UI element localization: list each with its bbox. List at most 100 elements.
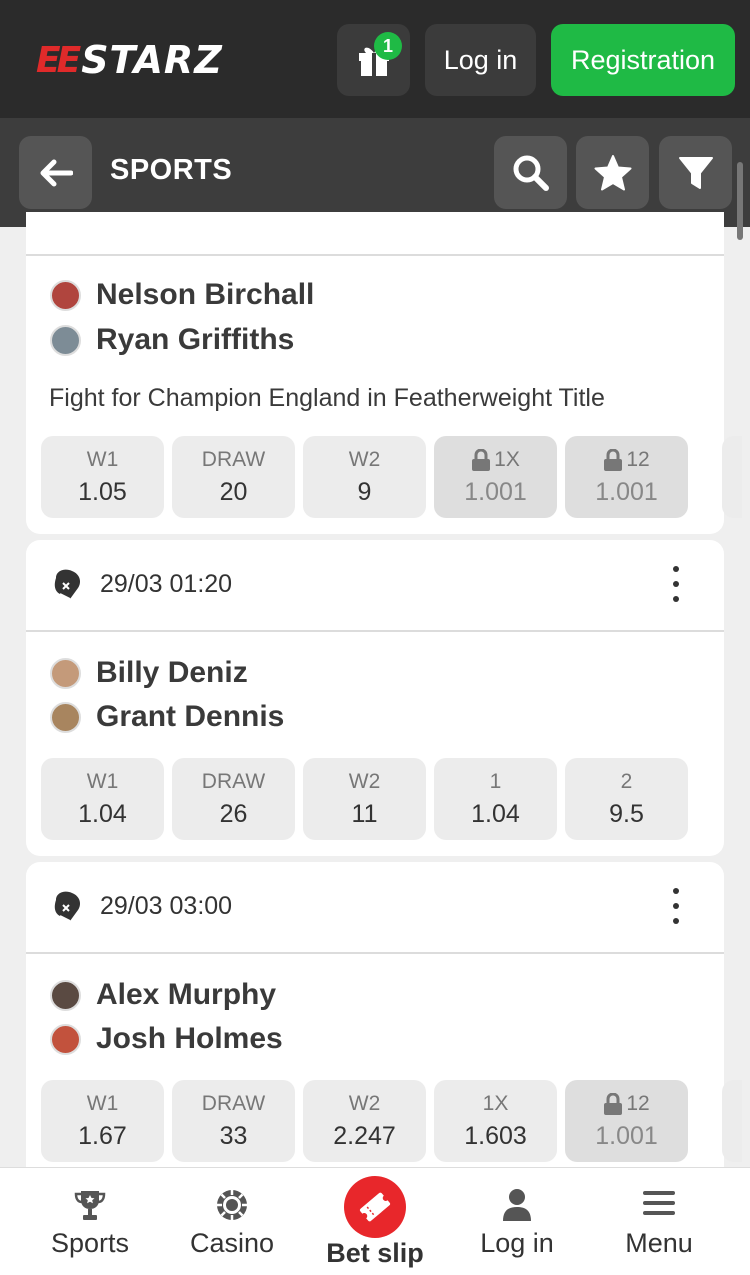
- nav-label-betslip[interactable]: Bet slip: [300, 1238, 450, 1269]
- odd-label: 12: [626, 1092, 650, 1115]
- divider: [26, 254, 724, 256]
- odd-label: W1: [86, 1092, 119, 1115]
- team-1[interactable]: Nelson Birchall: [50, 278, 314, 312]
- registration-button[interactable]: Registration: [551, 24, 735, 96]
- odd-label: W2: [348, 1092, 381, 1115]
- team-1[interactable]: Billy Deniz: [50, 656, 248, 690]
- match-card: Nelson Birchall Ryan Griffiths Fight for…: [26, 212, 742, 534]
- match-datetime: 29/03 01:20: [100, 570, 233, 598]
- back-button[interactable]: [19, 136, 92, 209]
- odd-button-12-locked[interactable]: 12 1.001: [565, 1080, 688, 1162]
- betslip-button[interactable]: [344, 1176, 406, 1238]
- odd-value: 1.001: [595, 478, 658, 506]
- odd-value: 20: [219, 478, 248, 506]
- logo-text: STARZ: [81, 38, 223, 82]
- match-description: Fight for Champion England in Featherwei…: [49, 384, 605, 412]
- odd-value: 9: [357, 478, 372, 506]
- odd-label: 1X: [494, 448, 520, 471]
- odd-label: W1: [86, 770, 119, 793]
- odd-value: 1.05: [78, 478, 127, 506]
- gift-button[interactable]: [337, 24, 410, 96]
- nav-label: Menu: [625, 1228, 693, 1258]
- sports-bar: SPORTS: [0, 118, 750, 227]
- odd-button-draw[interactable]: DRAW 33: [172, 1080, 295, 1162]
- fighter-avatar: [50, 657, 81, 689]
- team-name: Josh Holmes: [96, 1022, 283, 1055]
- logo[interactable]: EE STARZ: [36, 38, 223, 82]
- odd-label: DRAW: [201, 1092, 266, 1115]
- boxing-glove-icon: [54, 891, 80, 922]
- team-2[interactable]: Josh Holmes: [50, 1022, 283, 1056]
- gift-count-badge: 1: [374, 32, 402, 60]
- odd-button-draw[interactable]: DRAW 20: [172, 436, 295, 518]
- team-2[interactable]: Grant Dennis: [50, 700, 284, 734]
- odd-button-w1[interactable]: W1 1.05: [41, 436, 164, 518]
- login-button[interactable]: Log in: [425, 24, 536, 96]
- odd-value: 1.001: [464, 478, 527, 506]
- lock-icon: [472, 449, 491, 471]
- odd-label: W1: [86, 448, 119, 471]
- odd-button-w2[interactable]: W2 9: [303, 436, 426, 518]
- team-name: Nelson Birchall: [96, 278, 315, 311]
- odd-button-w1[interactable]: W1 1.67: [41, 1080, 164, 1162]
- filter-icon: [678, 156, 713, 189]
- nav-casino[interactable]: Casino: [157, 1168, 307, 1275]
- odd-button-12-locked[interactable]: 12 1.001: [565, 436, 688, 518]
- odd-value: 2.247: [333, 1122, 396, 1150]
- fighter-avatar: [50, 701, 81, 733]
- favorites-button[interactable]: [576, 136, 649, 209]
- nav-label: Log in: [480, 1228, 554, 1258]
- odd-value: 1.001: [595, 1122, 658, 1150]
- lock-icon: [604, 1093, 623, 1115]
- odd-value: 1.04: [78, 800, 127, 828]
- lock-icon: [604, 449, 623, 471]
- odd-button-2[interactable]: 2 9.5: [565, 758, 688, 840]
- odd-button-more[interactable]: [722, 1080, 742, 1162]
- odd-value: 26: [219, 800, 248, 828]
- divider: [26, 952, 724, 954]
- match-card: 29/03 03:00 Alex Murphy Josh Holmes W1 1…: [26, 862, 742, 1182]
- odd-button-w2[interactable]: W2 2.247: [303, 1080, 426, 1162]
- fighter-avatar: [50, 979, 81, 1011]
- team-2[interactable]: Ryan Griffiths: [50, 323, 294, 357]
- star-icon: [594, 154, 631, 190]
- odd-value: 1.67: [78, 1122, 127, 1150]
- fighter-avatar: [50, 324, 81, 356]
- nav-menu[interactable]: Menu: [584, 1168, 734, 1275]
- team-name: Grant Dennis: [96, 700, 285, 733]
- odd-button-w2[interactable]: W2 11: [303, 758, 426, 840]
- odd-button-1x[interactable]: 1X 1.603: [434, 1080, 557, 1162]
- odd-button-1[interactable]: 1 1.04: [434, 758, 557, 840]
- odd-value: 1.603: [464, 1122, 527, 1150]
- match-datetime: 29/03 03:00: [100, 892, 233, 920]
- nav-login[interactable]: Log in: [442, 1168, 592, 1275]
- ticket-icon: [359, 1192, 391, 1222]
- nav-label: Sports: [50, 1228, 130, 1258]
- boxing-glove-icon: [54, 569, 80, 600]
- divider: [26, 630, 724, 632]
- odd-label: 2: [620, 770, 633, 793]
- more-options-icon[interactable]: [670, 566, 682, 602]
- odd-value: 9.5: [609, 800, 644, 828]
- team-1[interactable]: Alex Murphy: [50, 978, 276, 1012]
- search-button[interactable]: [494, 136, 567, 209]
- bottom-nav: Sports Casino Bet slip Log in Menu: [0, 1167, 750, 1275]
- fighter-avatar: [50, 279, 81, 311]
- odd-label: DRAW: [201, 770, 266, 793]
- logo-prefix: EE: [36, 39, 81, 81]
- filter-button[interactable]: [659, 136, 732, 209]
- more-options-icon[interactable]: [670, 888, 682, 924]
- search-icon: [513, 155, 549, 191]
- odd-button-draw[interactable]: DRAW 26: [172, 758, 295, 840]
- fighter-avatar: [50, 1023, 81, 1055]
- odd-label: 12: [626, 448, 650, 471]
- team-name: Billy Deniz: [96, 656, 248, 689]
- scrollbar[interactable]: [737, 162, 743, 240]
- team-name: Ryan Griffiths: [96, 323, 295, 356]
- odd-button-more[interactable]: [722, 436, 742, 518]
- odd-label: 1: [489, 770, 502, 793]
- odd-button-w1[interactable]: W1 1.04: [41, 758, 164, 840]
- odd-value: 1.04: [471, 800, 520, 828]
- odd-button-1x-locked[interactable]: 1X 1.001: [434, 436, 557, 518]
- nav-sports[interactable]: Sports: [15, 1168, 165, 1275]
